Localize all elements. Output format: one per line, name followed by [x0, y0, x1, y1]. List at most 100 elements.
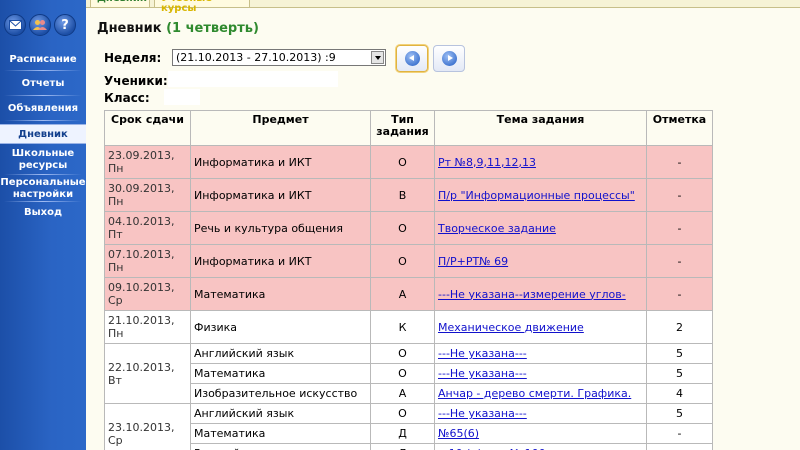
- table-row: Русский языкДп.10 (п) упр.№ 100: [105, 443, 713, 450]
- type-cell: А: [370, 277, 435, 311]
- due-weekday: Вт: [108, 373, 122, 387]
- topic-link[interactable]: Рт №8,9,11,12,13: [438, 156, 536, 169]
- sidebar: ? Расписание Отчеты Объявления Дневник Ш…: [0, 0, 86, 450]
- subject-cell: Речь и культура общения: [190, 211, 371, 245]
- topic-link[interactable]: ---Не указана---: [438, 407, 527, 420]
- due-date-cell: 09.10.2013, Ср: [104, 277, 191, 311]
- table-row: 09.10.2013, Ср Математика А ---Не указана--и…: [104, 277, 713, 311]
- users-icon[interactable]: [29, 14, 51, 36]
- arrow-right-icon: [442, 51, 457, 66]
- next-week-button[interactable]: [433, 45, 465, 72]
- col-header-mark: Отметка: [646, 110, 713, 146]
- topic-cell: Анчар - дерево смерти. Графика.: [434, 383, 647, 404]
- topic-cell: п.10 (п) упр.№ 100: [434, 443, 647, 450]
- type-cell: А: [370, 383, 435, 404]
- main-content: Дневник (1 четверть) Неделя: (21.10.2013…: [86, 9, 800, 450]
- subject-cell: Изобразительное искусство: [190, 383, 371, 404]
- due-date-cell: 21.10.2013, Пн: [104, 310, 191, 344]
- due-date-cell: 23.09.2013, Пн: [104, 145, 191, 179]
- table-row: 23.09.2013, Пн Информатика и ИКТ О Рт №8,9,1…: [104, 145, 713, 179]
- due-weekday: Пн: [108, 327, 124, 340]
- due-date-cell: 23.10.2013, Ср: [104, 403, 191, 450]
- sidebar-item-logout[interactable]: Выход: [0, 202, 86, 224]
- type-cell: О: [370, 145, 435, 179]
- subject-cell: Математика: [190, 277, 371, 311]
- page-title-text: Дневник: [97, 21, 162, 36]
- class-label: Класс:: [104, 91, 150, 105]
- sidebar-item-personal-settings[interactable]: Персональные настройки: [0, 175, 86, 201]
- class-value: [164, 89, 200, 105]
- due-date: 23.10.2013,: [108, 420, 175, 434]
- subject-cell: Физика: [190, 310, 371, 344]
- chevron-down-icon[interactable]: [371, 51, 384, 64]
- table-row: 23.10.2013, Ср Английский язык О ---Не указа…: [104, 403, 713, 450]
- help-icon[interactable]: ?: [54, 14, 76, 36]
- table-row: 30.09.2013, Пн Информатика и ИКТ В П/р "Инфо…: [104, 178, 713, 212]
- sidebar-item-school-resources[interactable]: Школьные ресурсы: [0, 146, 86, 174]
- topic-link[interactable]: ---Не указана---: [438, 367, 527, 380]
- topic-cell: Рт №8,9,11,12,13: [434, 145, 647, 179]
- sidebar-item-announcements[interactable]: Объявления: [0, 96, 86, 120]
- due-date-cell: 07.10.2013, Пн: [104, 244, 191, 278]
- mark-cell: 5: [646, 403, 713, 424]
- topic-link[interactable]: №65(6): [438, 427, 479, 440]
- topic-cell: П/Р+РТ№ 69: [434, 244, 647, 278]
- topic-cell: ---Не указана---: [434, 343, 647, 364]
- col-header-due: Срок сдачи: [104, 110, 191, 146]
- week-select[interactable]: (21.10.2013 - 27.10.2013) :9: [172, 49, 386, 66]
- mark-cell: -: [646, 145, 713, 179]
- topic-link[interactable]: Анчар - дерево смерти. Графика.: [438, 387, 631, 400]
- tab-diary[interactable]: Дневник: [90, 0, 150, 8]
- type-cell: К: [370, 310, 435, 344]
- due-date: 23.09.2013,: [108, 149, 175, 162]
- mark-cell: -: [646, 277, 713, 311]
- subject-cell: Информатика и ИКТ: [190, 145, 371, 179]
- mark-cell: -: [646, 178, 713, 212]
- mark-cell: -: [646, 423, 713, 444]
- due-date: 07.10.2013,: [108, 248, 175, 261]
- due-date: 30.09.2013,: [108, 182, 175, 195]
- topic-cell: П/р "Информационные процессы": [434, 178, 647, 212]
- prev-week-button[interactable]: [396, 45, 428, 72]
- topic-link[interactable]: Механическое движение: [438, 321, 584, 334]
- quarter-label: (1 четверть): [166, 21, 259, 36]
- tab-strip: Дневник Учебные курсы: [86, 0, 800, 14]
- sidebar-item-schedule[interactable]: Расписание: [0, 48, 86, 70]
- topic-cell: Механическое движение: [434, 310, 647, 344]
- sidebar-item-diary[interactable]: Дневник: [0, 124, 86, 144]
- due-date: 04.10.2013,: [108, 215, 175, 228]
- due-weekday: Пн: [108, 162, 124, 175]
- table-row: 21.10.2013, Пн Физика К Механическое движени…: [104, 310, 713, 344]
- due-weekday: Ср: [108, 294, 123, 307]
- sidebar-nav: Расписание Отчеты Объявления Дневник Шко…: [0, 48, 86, 224]
- topic-link[interactable]: Творческое задание: [438, 222, 556, 235]
- col-header-type: Тип задания: [370, 110, 435, 146]
- due-date: 22.10.2013,: [108, 360, 175, 374]
- type-cell: О: [370, 403, 435, 424]
- week-label: Неделя:: [104, 51, 162, 65]
- mail-icon[interactable]: [4, 14, 26, 36]
- table-row: Изобразительное искусство А Анчар - дерево…: [105, 383, 713, 404]
- type-cell: Д: [370, 443, 435, 450]
- col-header-subject: Предмет: [190, 110, 371, 146]
- mark-cell: 2: [646, 310, 713, 344]
- topic-link[interactable]: ---Не указана--измерение углов-: [438, 288, 626, 301]
- tab-courses[interactable]: Учебные курсы: [154, 0, 250, 14]
- mark-cell: 5: [646, 363, 713, 384]
- topic-cell: Творческое задание: [434, 211, 647, 245]
- table-row: 22.10.2013, Вт Английский язык О ---Не указа…: [104, 343, 713, 404]
- sidebar-item-reports[interactable]: Отчеты: [0, 71, 86, 95]
- type-cell: Д: [370, 423, 435, 444]
- subject-cell: Информатика и ИКТ: [190, 178, 371, 212]
- students-label: Ученики:: [104, 74, 168, 88]
- week-select-value: (21.10.2013 - 27.10.2013) :9: [176, 51, 336, 64]
- type-cell: О: [370, 211, 435, 245]
- mark-cell: -: [646, 244, 713, 278]
- page-title: Дневник (1 четверть): [97, 21, 259, 36]
- topic-link[interactable]: П/Р+РТ№ 69: [438, 255, 508, 268]
- topic-link[interactable]: П/р "Информационные процессы": [438, 189, 635, 202]
- table-row: Математика О ---Не указана--- 5: [105, 363, 713, 384]
- topic-cell: ---Не указана---: [434, 363, 647, 384]
- due-date-cell: 30.09.2013, Пн: [104, 178, 191, 212]
- topic-link[interactable]: ---Не указана---: [438, 347, 527, 360]
